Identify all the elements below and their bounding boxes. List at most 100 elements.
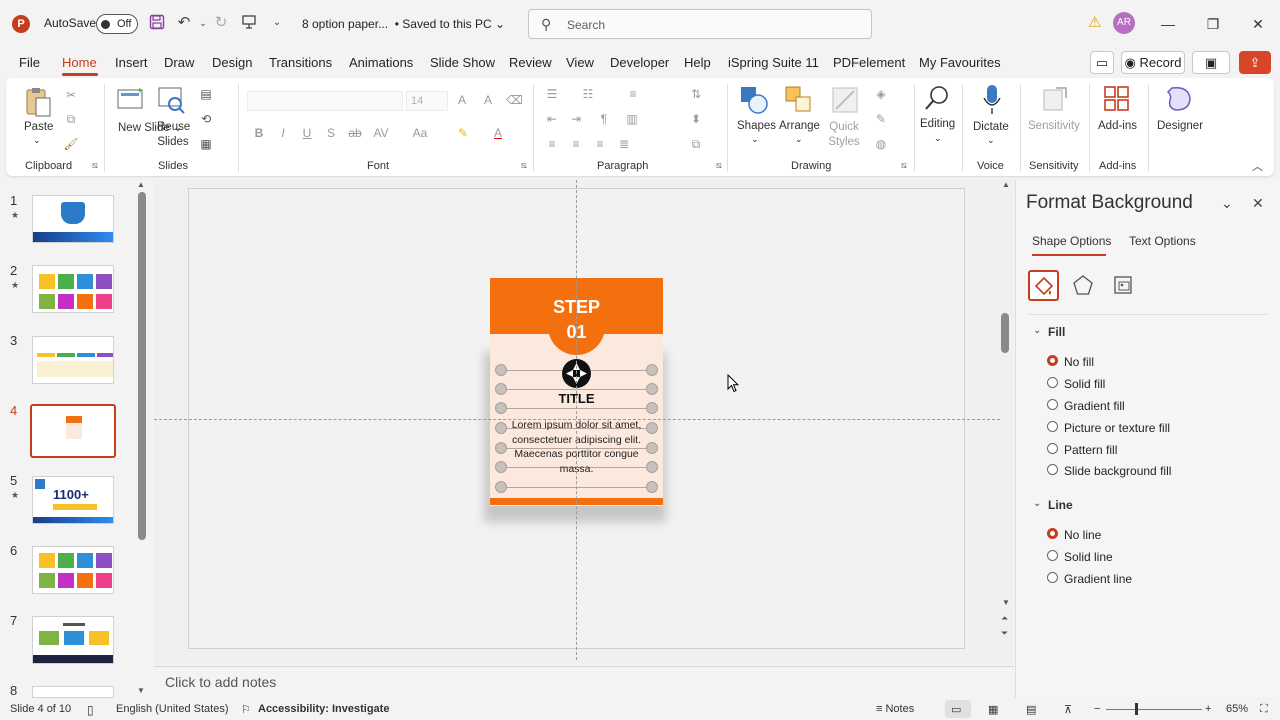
cut-icon[interactable]: ✂ — [63, 88, 79, 102]
fill-line-tab[interactable] — [1028, 270, 1059, 301]
scroll-up-icon[interactable]: ▲ — [1002, 180, 1010, 189]
chevron-down-icon[interactable]: ⌄ — [751, 134, 759, 145]
tab-developer[interactable]: Developer — [610, 55, 669, 70]
paste-dropdown-icon[interactable]: ⌄ — [33, 135, 41, 146]
minimize-icon[interactable]: — — [1158, 14, 1178, 34]
comments-icon[interactable]: ▭ — [1090, 51, 1114, 74]
reading-view-icon[interactable]: ▤ — [1026, 703, 1036, 716]
teams-icon[interactable]: ▣ — [1192, 51, 1230, 74]
radio-gradient-fill[interactable] — [1047, 399, 1058, 410]
fill-section-header[interactable]: Fill — [1048, 325, 1065, 339]
editing-search-icon[interactable] — [924, 84, 952, 117]
search-box[interactable]: ⚲ Search — [528, 9, 872, 39]
no-line-label[interactable]: No line — [1064, 528, 1101, 542]
fit-to-window-icon[interactable]: ⛶ — [1260, 703, 1268, 716]
columns-icon[interactable]: ▥ — [624, 112, 640, 126]
radio-solid-line[interactable] — [1047, 550, 1058, 561]
tab-pdfelement[interactable]: PDFelement — [833, 55, 905, 70]
zoom-slider-thumb[interactable] — [1135, 703, 1138, 715]
dialog-launcher-icon[interactable]: ⧅ — [716, 160, 722, 171]
bold-icon[interactable]: B — [251, 126, 267, 140]
undo-dropdown-icon[interactable]: ⌄ — [194, 14, 212, 32]
line-section-header[interactable]: Line — [1048, 498, 1073, 512]
chevron-down-icon[interactable]: ⌄ — [1221, 195, 1233, 212]
scroll-down-icon[interactable]: ▼ — [1002, 598, 1010, 607]
zoom-in-icon[interactable]: + — [1205, 703, 1211, 715]
zoom-out-icon[interactable]: − — [1094, 703, 1100, 715]
line-spacing-icon[interactable]: ≡ — [625, 87, 641, 101]
arrange-label[interactable]: Arrange — [779, 120, 820, 132]
microphone-icon[interactable] — [982, 84, 1002, 119]
tab-transitions[interactable]: Transitions — [269, 55, 332, 70]
slide-background-fill-label[interactable]: Slide background fill — [1064, 464, 1171, 478]
shapes-label[interactable]: Shapes — [737, 120, 776, 132]
shapes-icon[interactable] — [739, 85, 769, 118]
change-case-icon[interactable]: Aa — [412, 126, 428, 140]
restore-icon[interactable]: ❐ — [1203, 14, 1223, 34]
copy-icon[interactable]: ⧉ — [63, 112, 79, 126]
thumbnail-scrollbar[interactable] — [138, 192, 146, 540]
tab-view[interactable]: View — [566, 55, 594, 70]
tab-insert[interactable]: Insert — [115, 55, 148, 70]
font-color-icon[interactable]: A — [490, 126, 506, 140]
tab-text-options[interactable]: Text Options — [1129, 234, 1196, 248]
close-icon[interactable]: ✕ — [1248, 14, 1268, 34]
share-icon[interactable]: ⇪ — [1239, 51, 1271, 74]
tab-home[interactable]: Home — [62, 55, 97, 70]
pattern-fill-label[interactable]: Pattern fill — [1064, 443, 1117, 457]
new-slide-icon[interactable]: + — [117, 86, 145, 115]
vertical-guide[interactable] — [576, 180, 577, 660]
tab-file[interactable]: File — [19, 55, 40, 70]
customize-toolbar-icon[interactable]: ⌄ — [268, 14, 286, 32]
highlight-icon[interactable]: ✎ — [455, 126, 471, 140]
smartart-icon[interactable]: ⧉ — [688, 137, 704, 151]
sensitivity-label[interactable]: Sensitivity — [1028, 120, 1080, 132]
paste-label[interactable]: Paste — [24, 121, 53, 133]
document-name[interactable]: 8 option paper... • Saved to this PC ⌄ — [302, 17, 505, 31]
previous-slide-icon[interactable]: ⏶ — [1001, 613, 1008, 624]
record-button[interactable]: ◉ Record — [1121, 51, 1185, 74]
radio-no-line[interactable] — [1047, 528, 1058, 539]
slide-thumbnail-4[interactable] — [30, 404, 116, 458]
slide-sorter-icon[interactable]: ▦ — [988, 703, 998, 716]
dictate-label[interactable]: Dictate — [973, 121, 1009, 133]
save-icon[interactable] — [148, 14, 166, 32]
autosave-toggle[interactable]: Off — [96, 14, 138, 34]
editing-label[interactable]: Editing — [920, 118, 955, 130]
tab-draw[interactable]: Draw — [164, 55, 194, 70]
align-text-icon[interactable]: ⬍ — [688, 112, 704, 126]
strikethrough-icon[interactable]: ab — [347, 126, 363, 140]
tab-shape-options[interactable]: Shape Options — [1032, 234, 1111, 248]
chevron-down-icon[interactable]: ⌄ — [987, 135, 995, 146]
dialog-launcher-icon[interactable]: ⧅ — [521, 160, 527, 171]
reuse-slides-label[interactable]: Reuse Slides — [157, 120, 190, 150]
solid-line-label[interactable]: Solid line — [1064, 550, 1113, 564]
horizontal-guide[interactable] — [154, 419, 1000, 420]
effects-tab-icon[interactable] — [1072, 274, 1094, 299]
gradient-fill-label[interactable]: Gradient fill — [1064, 399, 1125, 413]
layout-icon[interactable]: ▤ — [198, 87, 214, 101]
decrease-font-icon[interactable]: A — [480, 93, 496, 107]
slide-thumbnail-1[interactable] — [32, 195, 114, 243]
warning-icon[interactable]: ⚠ — [1088, 15, 1104, 31]
radio-no-fill[interactable] — [1047, 355, 1058, 366]
quick-styles-icon[interactable] — [830, 85, 860, 118]
chevron-down-icon[interactable]: ⌄ — [795, 134, 803, 145]
text-direction-icon[interactable]: ⇅ — [688, 87, 704, 101]
slide-thumbnail-6[interactable] — [32, 546, 114, 594]
tab-my-favourites[interactable]: My Favourites — [919, 55, 1001, 70]
chevron-down-icon[interactable]: ⌄ — [934, 133, 942, 144]
shadow-icon[interactable]: S — [323, 126, 339, 140]
slide-thumbnail-2[interactable] — [32, 265, 114, 313]
dialog-launcher-icon[interactable]: ⧅ — [901, 160, 907, 171]
shape-outline-icon[interactable]: ✎ — [873, 112, 889, 126]
avatar[interactable]: AR — [1113, 12, 1135, 34]
scroll-down-icon[interactable]: ▼ — [137, 686, 145, 695]
font-family-select[interactable] — [247, 91, 403, 111]
notes-toggle[interactable]: ≡ Notes — [876, 703, 914, 715]
tab-review[interactable]: Review — [509, 55, 552, 70]
spelling-icon[interactable]: ▯ — [87, 703, 94, 717]
slide-thumbnail-7[interactable] — [32, 616, 114, 664]
language-status[interactable]: English (United States) — [116, 703, 229, 715]
underline-icon[interactable]: U — [299, 126, 315, 140]
